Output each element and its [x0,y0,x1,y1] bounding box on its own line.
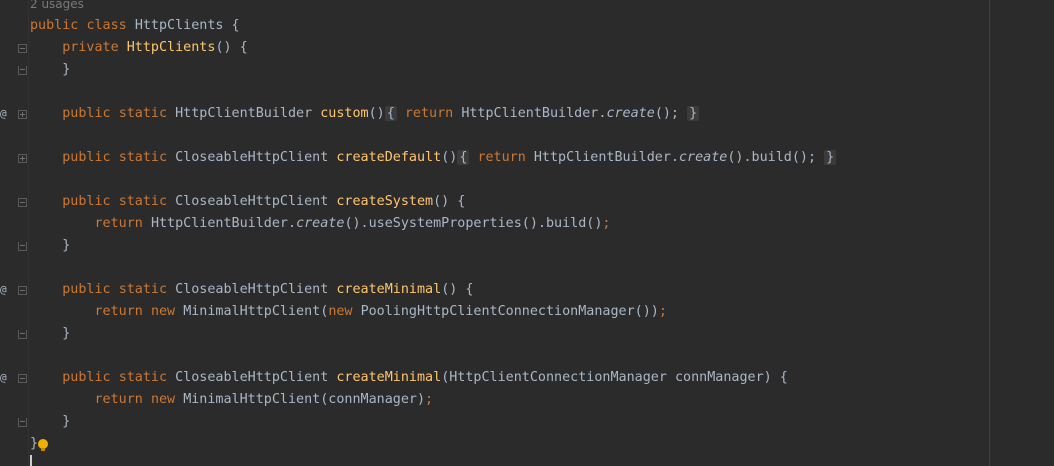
folded-brace-close[interactable]: } [687,106,700,121]
folded-brace-close[interactable]: } [824,150,837,165]
code-line-create-system[interactable]: public static CloseableHttpClient create… [30,191,465,213]
call-target: HttpClientBuilder. [150,216,297,231]
folded-brace-open[interactable]: { [457,150,470,165]
fold-icon[interactable] [18,154,27,163]
fold-icon[interactable] [18,44,27,53]
gutter-separator [28,0,29,466]
type-name: CloseableHttpClient [175,282,329,297]
brace: } [30,436,39,451]
usages-hint[interactable]: 2 usages [30,0,84,12]
text-caret [30,455,32,466]
call-target: HttpClientBuilder. [533,150,679,165]
code-line-create-minimal-conn-body[interactable]: return new MinimalHttpClient(connManager… [30,389,434,411]
brace: } [62,62,71,77]
type-name: CloseableHttpClient [175,150,329,165]
type-name: CloseableHttpClient [175,370,329,385]
override-at-icon[interactable]: @ [0,103,10,125]
keyword: class [86,18,127,33]
keyword: return [404,106,454,121]
code-rest: () { [441,282,474,297]
call-rest: (); [654,106,679,121]
keyword: static [118,194,168,209]
code-line-create-default[interactable]: public static CloseableHttpClient create… [30,147,837,169]
code-line-create-minimal-conn[interactable]: public static CloseableHttpClient create… [30,367,788,389]
method-name: createMinimal [336,370,442,385]
fold-icon[interactable] [18,374,27,383]
fold-end-icon[interactable] [18,330,27,339]
class-ref: PoolingHttpClientConnectionManager()) [360,304,659,319]
fold-end-icon[interactable] [18,418,27,427]
code-line-close[interactable]: } [30,235,70,257]
code-line-create-minimal[interactable]: public static CloseableHttpClient create… [30,279,473,301]
code-rest: MinimalHttpClient(connManager) [183,392,426,407]
keyword: new [328,304,353,319]
static-call: create [679,150,728,165]
code-line-close[interactable]: } [30,59,70,81]
parens: () [368,106,385,121]
keyword: private [62,40,119,55]
keyword: return [477,150,526,165]
folded-brace-open[interactable]: { [384,106,397,121]
type-name: HttpClientBuilder [175,106,313,121]
keyword: new [150,392,176,407]
code-line-class-close[interactable]: } [30,433,38,455]
keyword: static [118,106,168,121]
code-rest: () { [433,194,466,209]
class-name: HttpClients [134,18,224,33]
code-line-close[interactable]: } [30,323,70,345]
right-margin-guide [989,0,990,466]
keyword: public [30,18,79,33]
type-name: CloseableHttpClient [175,194,329,209]
brace: } [62,326,71,341]
code-line-custom[interactable]: public static HttpClientBuilder custom()… [30,103,700,125]
call-rest: ().useSystemProperties().build() [344,216,603,231]
method-name: createSystem [336,194,434,209]
code-line-create-system-body[interactable]: return HttpClientBuilder.create().useSys… [30,213,611,235]
call-target: HttpClientBuilder. [461,106,607,121]
static-call: create [606,106,655,121]
keyword: static [118,282,168,297]
keyword: static [118,370,168,385]
brace: } [62,414,71,429]
semicolon: ; [425,392,434,407]
keyword: public [62,150,111,165]
fold-icon[interactable] [18,198,27,207]
keyword: public [62,194,111,209]
code-line-ctor[interactable]: private HttpClients() { [30,37,248,59]
method-name: createDefault [336,150,442,165]
code-line-create-minimal-body[interactable]: return new MinimalHttpClient(new Pooling… [30,301,667,323]
code-line-class-decl[interactable]: public class HttpClients { [30,15,240,37]
method-name: createMinimal [336,282,442,297]
code-rest: (HttpClientConnectionManager connManager… [441,370,788,385]
override-at-icon[interactable]: @ [0,367,10,389]
keyword: return [94,392,143,407]
semicolon: ; [602,216,611,231]
fold-end-icon[interactable] [18,66,27,75]
brace: } [62,238,71,253]
static-call: create [296,216,345,231]
call-rest: ().build(); [727,150,817,165]
override-at-icon[interactable]: @ [0,279,10,301]
method-name: HttpClients [126,40,216,55]
method-name: custom [320,106,369,121]
class-ref: MinimalHttpClient( [183,304,329,319]
keyword: return [94,216,143,231]
semicolon: ; [658,304,667,319]
fold-icon[interactable] [18,110,27,119]
keyword: static [118,150,168,165]
fold-end-icon[interactable] [18,242,27,251]
keyword: public [62,282,111,297]
lightbulb-icon[interactable] [38,439,48,451]
keyword: public [62,370,111,385]
code-rest: () { [215,40,248,55]
code-line-close[interactable]: } [30,411,70,433]
brace: { [223,18,240,33]
keyword: public [62,106,111,121]
keyword: return [94,304,143,319]
parens: () [441,150,458,165]
keyword: new [150,304,176,319]
fold-icon[interactable] [18,286,27,295]
